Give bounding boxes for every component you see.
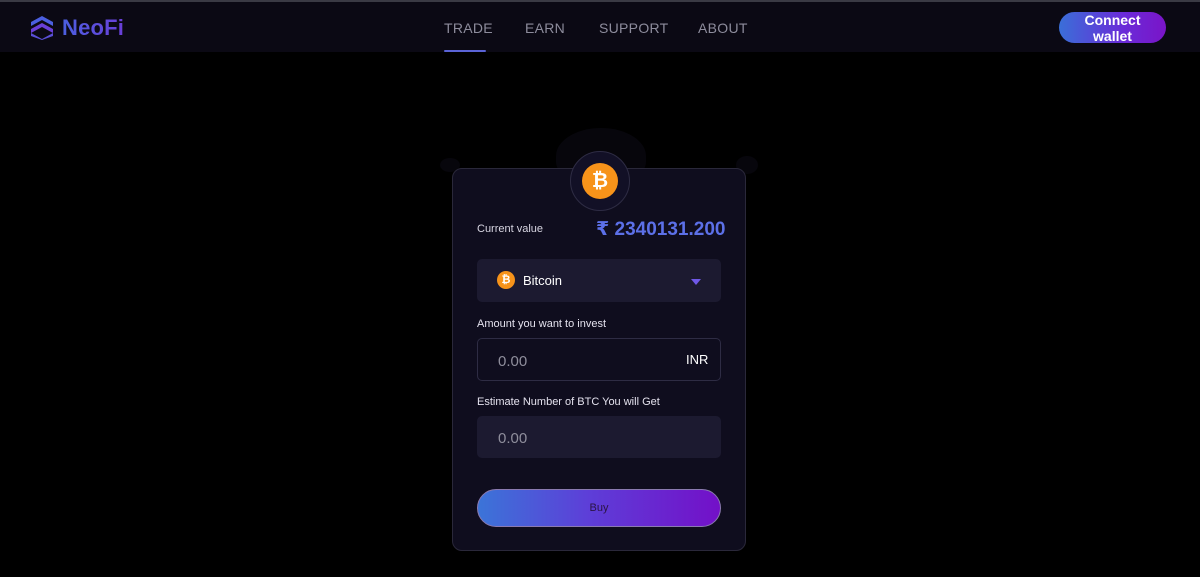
estimate-label: Estimate Number of BTC You will Get [477,396,660,408]
brand-logo[interactable]: NeoFi [31,15,124,41]
bitcoin-icon: ₿ [497,271,515,289]
nav-item-about[interactable]: ABOUT [698,20,748,36]
chevron-down-icon [691,279,701,285]
coin-badge: ₿ [570,151,630,211]
estimate-field [477,416,721,458]
nav-item-earn[interactable]: EARN [525,20,565,36]
neofi-logo-icon [31,16,53,40]
current-value: ₹ 2340131.200 [596,219,726,240]
estimate-output [496,426,680,450]
nav-item-support[interactable]: SUPPORT [599,20,669,36]
selected-coin: Bitcoin [523,273,563,288]
amount-input[interactable] [496,349,660,373]
brand-name: NeoFi [62,15,125,40]
buy-button[interactable]: Buy [477,489,721,527]
amount-label: Amount you want to invest [477,318,607,330]
bitcoin-icon: ₿ [582,163,618,199]
currency-label: INR [686,352,709,367]
current-value-label: Current value [477,223,544,235]
connect-wallet-button[interactable]: Connect wallet [1059,12,1166,44]
amount-field: INR [477,338,721,381]
navbar: NeoFi TRADE EARN SUPPORT ABOUT Connect w… [0,2,1200,52]
coin-select[interactable]: ₿ Bitcoin [477,259,721,302]
nav-active-indicator [444,50,486,52]
nav-item-trade[interactable]: TRADE [444,20,493,36]
